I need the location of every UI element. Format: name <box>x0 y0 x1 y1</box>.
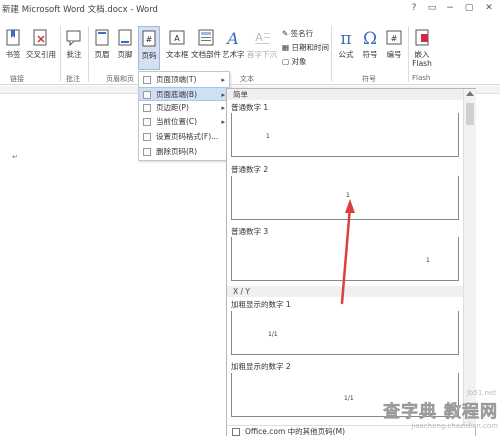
watermark: jb51.net 查字典 教程网 jiaocheng.chazidian.com <box>383 389 498 430</box>
arrow-head-icon <box>345 199 355 213</box>
arrow-shaft <box>340 205 352 305</box>
watermark-corner: jb51.net <box>466 389 496 397</box>
annotation-arrow <box>340 199 355 305</box>
watermark-line2: jiaocheng.chazidian.com <box>411 422 498 430</box>
watermark-line1: 查字典 教程网 <box>383 402 498 423</box>
